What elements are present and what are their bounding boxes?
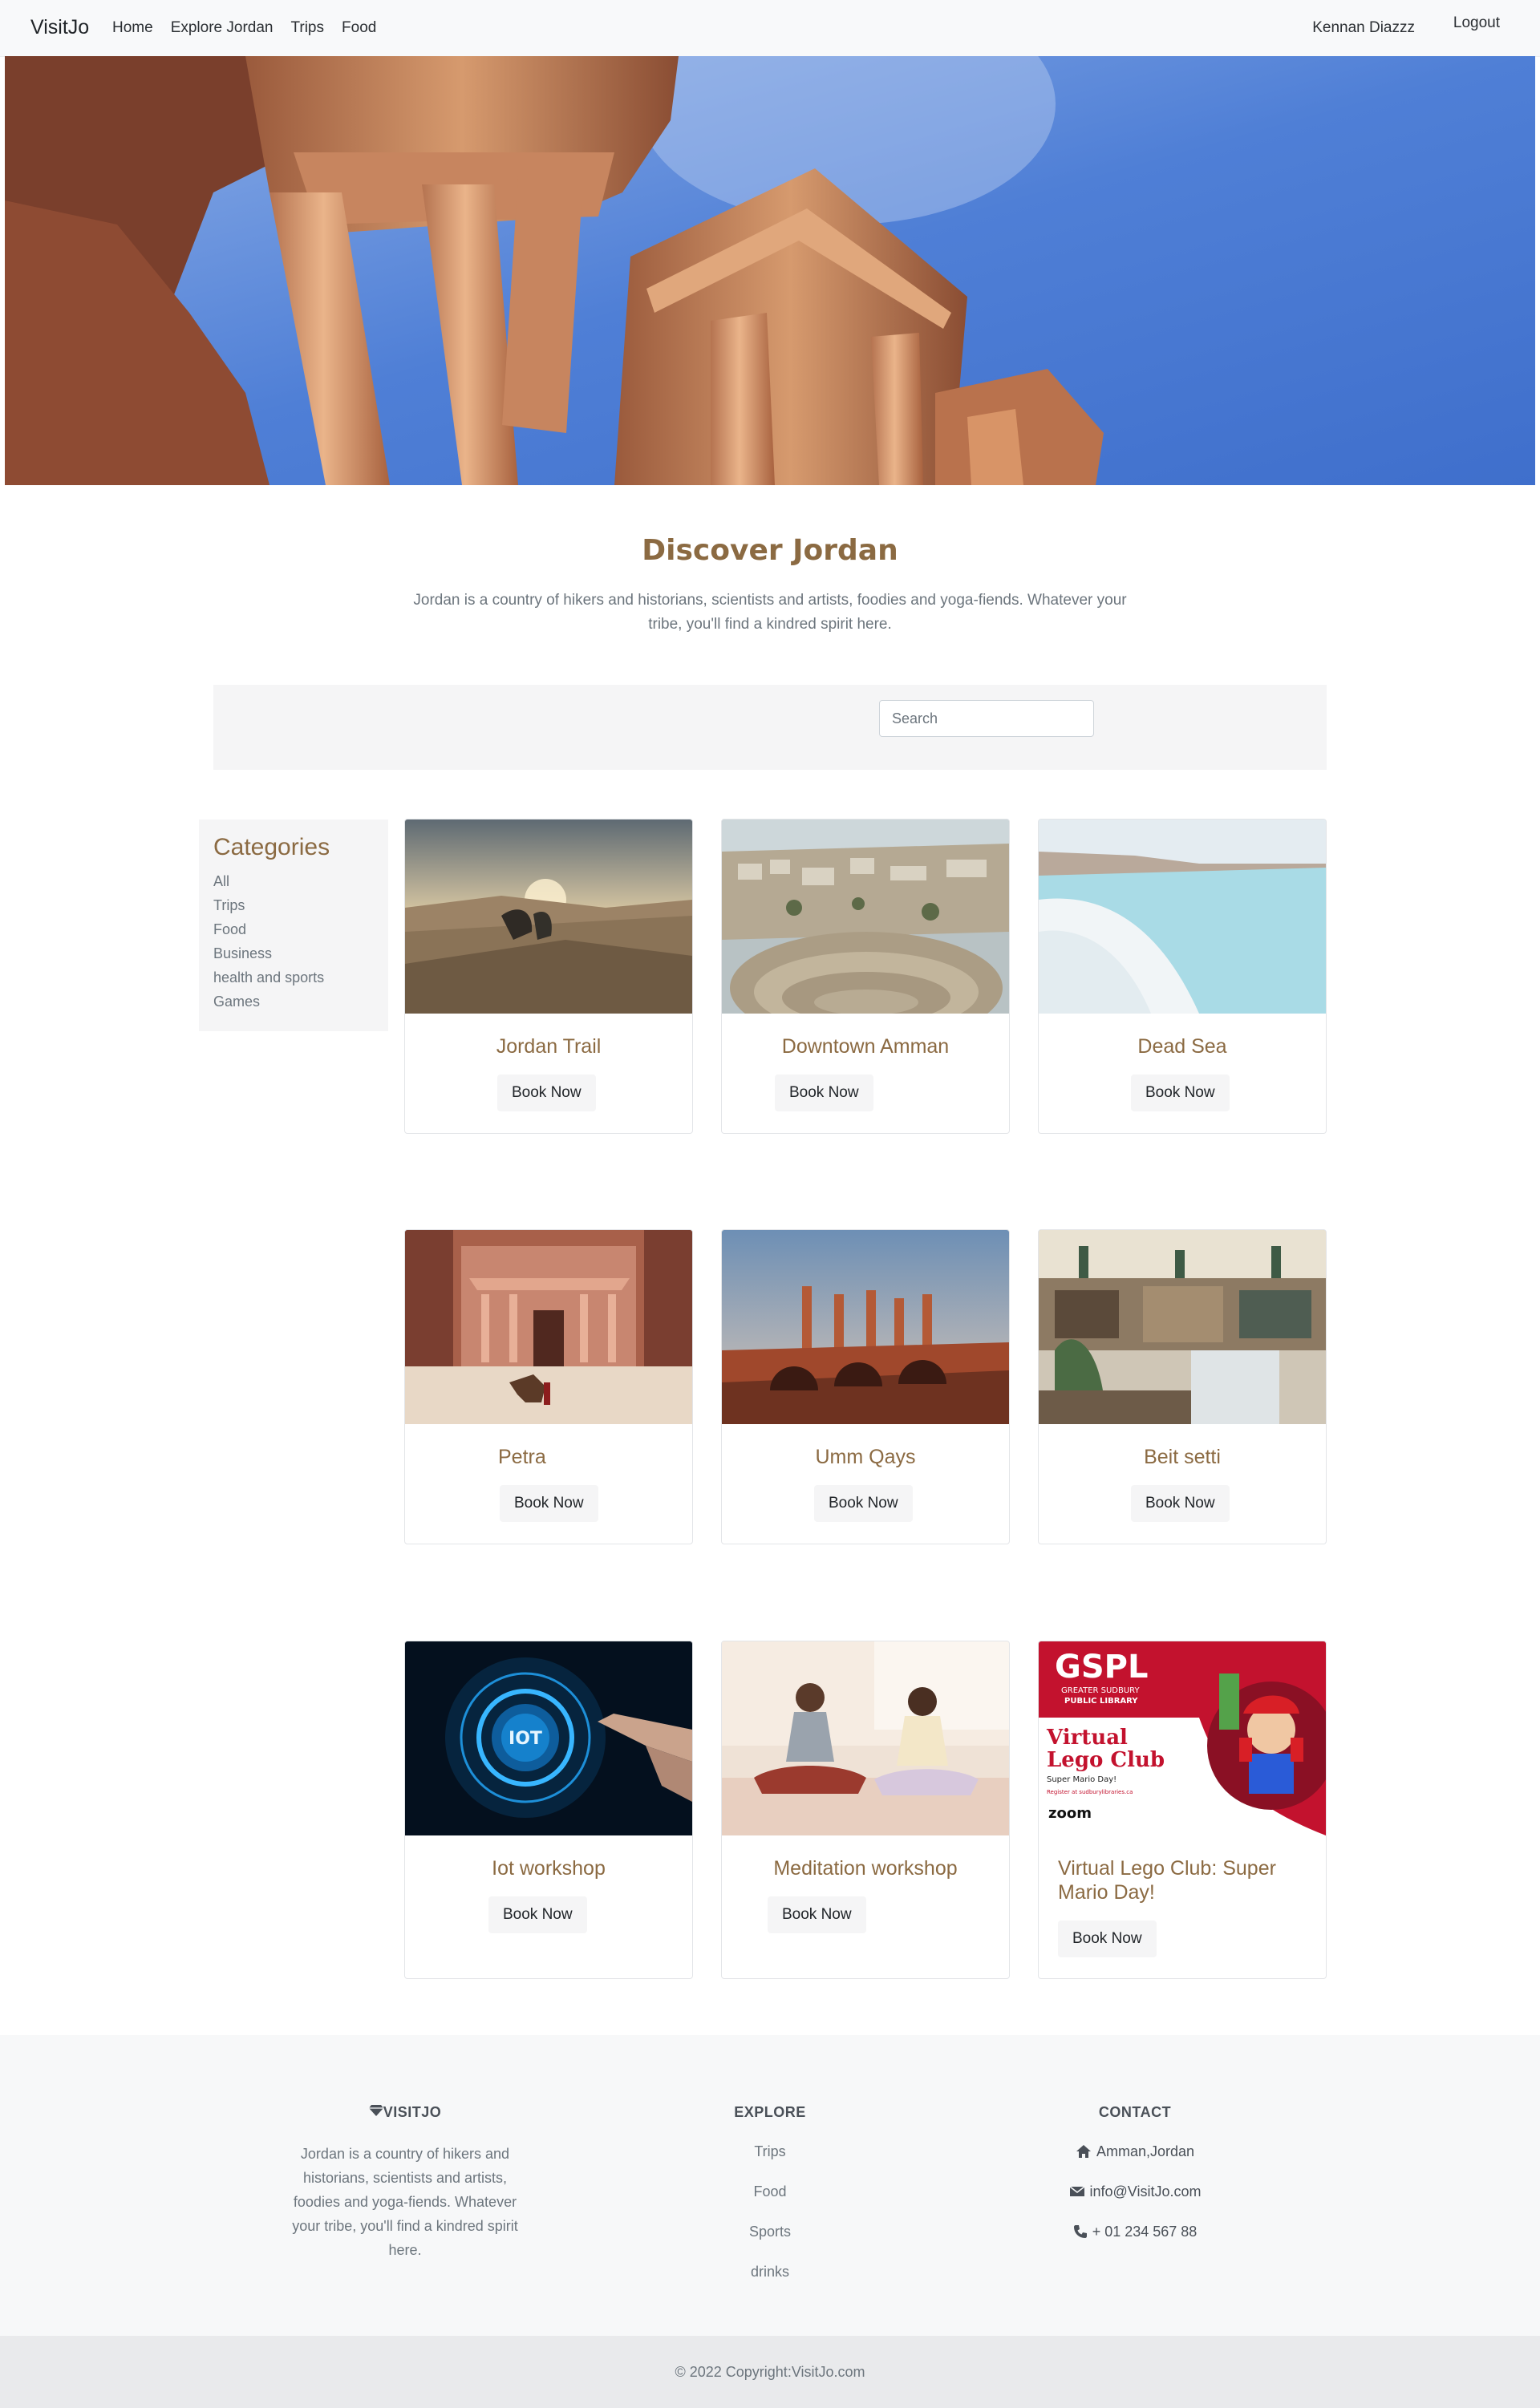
category-trips[interactable]: Trips <box>213 893 374 917</box>
nav-link-home[interactable]: Home <box>112 19 153 37</box>
card-umm-qays: Umm Qays Book Now <box>721 1229 1010 1544</box>
footer-brand-text: Jordan is a country of hikers and histor… <box>292 2146 518 2258</box>
footer-contact-heading: CONTACT <box>1098 2104 1172 2120</box>
svg-text:GSPL: GSPL <box>1055 1649 1148 1686</box>
card-image-beit-setti <box>1039 1230 1326 1424</box>
book-now-button[interactable]: Book Now <box>500 1485 598 1522</box>
footer-phone: + 01 234 567 88 <box>1003 2222 1267 2241</box>
card-jordan-trail: Jordan Trail Book Now <box>404 819 693 1134</box>
card-image-meditation-workshop <box>722 1641 1009 1835</box>
svg-text:Register at sudburylibraries.c: Register at sudburylibraries.ca <box>1047 1789 1133 1795</box>
copyright-bar: © 2022 Copyright:VisitJo.com <box>0 2336 1540 2408</box>
user-name[interactable]: Kennan Diazzz <box>1312 19 1415 37</box>
book-now-button[interactable]: Book Now <box>488 1896 587 1933</box>
search-input[interactable] <box>879 700 1094 737</box>
nav-link-food[interactable]: Food <box>342 19 376 37</box>
svg-text:Lego Club: Lego Club <box>1047 1748 1165 1772</box>
card-title: Dead Sea <box>1137 1035 1227 1058</box>
card-petra: Petra Book Now <box>404 1229 693 1544</box>
categories-panel: Categories All Trips Food Business healt… <box>199 820 388 1031</box>
card-title: Downtown Amman <box>781 1035 950 1058</box>
address-text: Amman,Jordan <box>1096 2143 1195 2159</box>
category-health-and-sports[interactable]: health and sports <box>213 965 374 990</box>
footer-brand-column: VISITJO Jordan is a country of hikers an… <box>273 2104 537 2262</box>
category-business[interactable]: Business <box>213 941 374 965</box>
search-bar <box>213 685 1327 770</box>
card-title: Petra <box>498 1446 546 1468</box>
book-now-button[interactable]: Book Now <box>1131 1074 1230 1111</box>
card-image-iot-workshop: IOT <box>405 1641 692 1835</box>
intro-description: Jordan is a country of hikers and histor… <box>413 592 1127 633</box>
card-image-umm-qays <box>722 1230 1009 1424</box>
footer-contact-column: CONTACT Amman,Jordan info@VisitJo.com + … <box>1003 2104 1267 2262</box>
card-title: Jordan Trail <box>496 1035 602 1058</box>
svg-text:IOT: IOT <box>509 1729 542 1749</box>
email-text[interactable]: info@VisitJo.com <box>1090 2182 1202 2201</box>
top-navbar: VisitJo Home Explore Jordan Trips Food K… <box>0 0 1540 57</box>
brand-logo[interactable]: VisitJo <box>30 16 89 39</box>
category-games[interactable]: Games <box>213 990 374 1014</box>
svg-text:zoom: zoom <box>1048 1805 1092 1822</box>
card-image-petra <box>405 1230 692 1424</box>
footer-link-sports[interactable]: Sports <box>638 2222 902 2241</box>
footer-email: info@VisitJo.com <box>1003 2182 1267 2201</box>
book-now-button[interactable]: Book Now <box>814 1485 913 1522</box>
card-title: Iot workshop <box>492 1857 606 1880</box>
categories-title: Categories <box>213 834 330 860</box>
svg-text:Virtual: Virtual <box>1046 1726 1128 1750</box>
card-image-downtown-amman <box>722 820 1009 1014</box>
card-beit-setti: Beit setti Book Now <box>1038 1229 1327 1544</box>
card-downtown-amman: Downtown Amman Book Now <box>721 819 1010 1134</box>
footer-brand-heading: VISITJO <box>273 2104 537 2121</box>
footer-brand-name: VISITJO <box>383 2104 442 2120</box>
footer-address: Amman,Jordan <box>1003 2142 1267 2161</box>
envelope-icon <box>1069 2185 1085 2198</box>
card-iot-workshop: IOT Iot workshop Book Now <box>404 1641 693 1979</box>
nav-link-explore-jordan[interactable]: Explore Jordan <box>171 19 274 37</box>
book-now-button[interactable]: Book Now <box>768 1896 866 1933</box>
card-image-virtual-lego-club: GSPL GREATER SUDBURY PUBLIC LIBRARY Virt… <box>1039 1641 1326 1835</box>
footer-explore-column: EXPLORE Trips Food Sports drinks <box>638 2104 902 2302</box>
book-now-button[interactable]: Book Now <box>775 1074 873 1111</box>
nav-links: Home Explore Jordan Trips Food <box>112 19 376 37</box>
card-image-dead-sea <box>1039 820 1326 1014</box>
hero-image <box>5 56 1535 485</box>
footer-link-drinks[interactable]: drinks <box>638 2262 902 2281</box>
card-dead-sea: Dead Sea Book Now <box>1038 819 1327 1134</box>
svg-text:PUBLIC LIBRARY: PUBLIC LIBRARY <box>1064 1697 1138 1706</box>
book-now-button[interactable]: Book Now <box>1058 1920 1157 1957</box>
footer-link-trips[interactable]: Trips <box>638 2142 902 2161</box>
book-now-button[interactable]: Book Now <box>1131 1485 1230 1522</box>
page-title: Discover Jordan <box>642 534 898 567</box>
logout-link[interactable]: Logout <box>1453 14 1500 32</box>
category-food[interactable]: Food <box>213 917 374 941</box>
phone-icon <box>1073 2224 1088 2239</box>
footer-explore-heading: EXPLORE <box>734 2104 806 2120</box>
card-title: Virtual Lego Club: Super Mario Day! <box>1058 1857 1276 1904</box>
card-title: Umm Qays <box>815 1446 916 1468</box>
card-title: Beit setti <box>1144 1446 1221 1468</box>
nav-link-trips[interactable]: Trips <box>290 19 324 37</box>
svg-text:Super Mario Day!: Super Mario Day! <box>1047 1775 1116 1784</box>
footer: VISITJO Jordan is a country of hikers an… <box>0 2035 1540 2336</box>
category-all[interactable]: All <box>213 869 374 893</box>
svg-text:GREATER SUDBURY: GREATER SUDBURY <box>1061 1686 1140 1695</box>
card-meditation-workshop: Meditation workshop Book Now <box>721 1641 1010 1979</box>
phone-text[interactable]: + 01 234 567 88 <box>1092 2222 1198 2241</box>
gem-icon <box>368 2104 383 2117</box>
book-now-button[interactable]: Book Now <box>497 1074 596 1111</box>
footer-link-food[interactable]: Food <box>638 2182 902 2201</box>
card-virtual-lego-club: GSPL GREATER SUDBURY PUBLIC LIBRARY Virt… <box>1038 1641 1327 1979</box>
card-image-jordan-trail <box>405 820 692 1014</box>
card-title: Meditation workshop <box>773 1857 958 1880</box>
home-icon <box>1076 2144 1092 2159</box>
